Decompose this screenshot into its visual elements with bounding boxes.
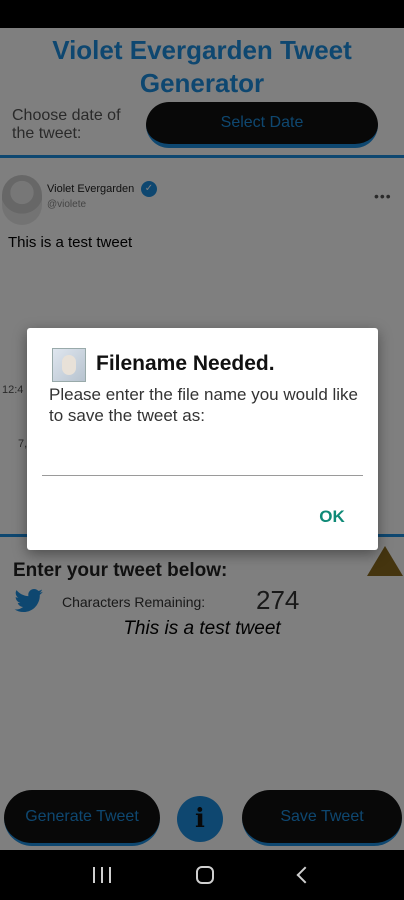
system-nav-bar	[0, 850, 404, 900]
home-icon[interactable]	[195, 866, 214, 884]
dialog-title: Filename Needed.	[96, 352, 275, 375]
ok-button[interactable]: OK	[309, 504, 355, 530]
app-icon	[52, 348, 86, 382]
back-icon[interactable]	[296, 866, 314, 884]
status-bar	[0, 0, 404, 28]
filename-input[interactable]	[42, 448, 363, 476]
dialog-message: Please enter the file name you would lik…	[49, 385, 359, 425]
filename-dialog: Filename Needed. Please enter the file n…	[27, 328, 378, 550]
recents-icon[interactable]	[92, 867, 111, 883]
